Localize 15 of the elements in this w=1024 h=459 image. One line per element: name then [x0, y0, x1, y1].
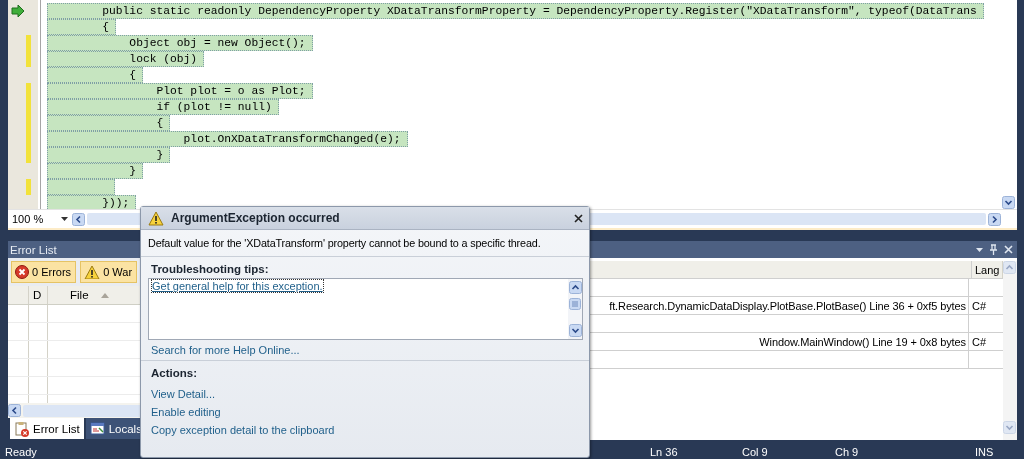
column-number: Col 9 — [742, 445, 769, 458]
section-heading: Troubleshooting tips: — [151, 263, 270, 275]
popup-title: ArgumentException occurred — [171, 211, 340, 225]
zoom-level: 100 % — [12, 213, 44, 226]
call-stack-frame: Window.MainWindow() Line 19 + 0x8 bytes — [759, 335, 966, 348]
char-number: Ch 9 — [835, 445, 860, 458]
panel-title: Error List — [10, 243, 57, 256]
status-message: Ready — [4, 445, 38, 458]
language-cell: C# — [972, 335, 987, 348]
insert-mode: INS — [975, 445, 994, 458]
section-heading: Actions: — [151, 367, 198, 379]
call-stack-frame: ft.Research.DynamicDataDisplay.PlotBase.PlotBase() Line 36 + 0xf5 bytes — [609, 299, 966, 312]
exception-message: Default value for the 'XDataTransform' property cannot be bound to a specific thread. — [141, 230, 589, 257]
line-number: Ln 36 — [650, 445, 679, 458]
language-cell: C# — [972, 299, 987, 312]
